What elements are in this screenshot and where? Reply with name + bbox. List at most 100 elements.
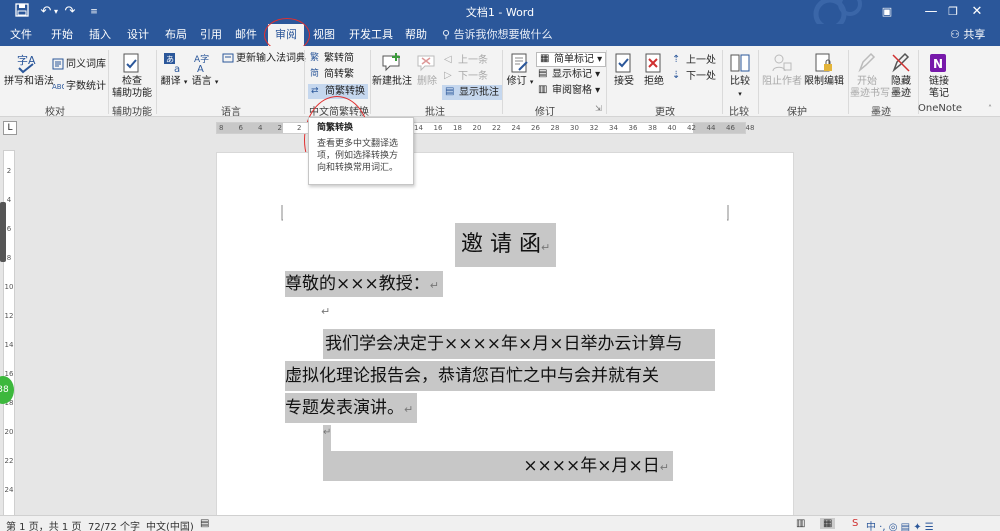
show-markup-button[interactable]: ▤ 显示标记 ▾ [538,68,600,81]
group-separator [370,50,371,114]
tab-layout[interactable]: 布局 [160,24,192,46]
check-line1: 检查 [122,76,142,87]
next-comment-button[interactable]: ▷ 下一条 [444,70,488,83]
group-separator [502,50,503,114]
tab-review[interactable]: 审阅 [268,24,304,46]
tab-file[interactable]: 文件 [6,24,36,46]
markup-dropdown[interactable]: ▦ 简单标记 ▾ [536,52,607,67]
linked-notes-button[interactable]: N 链接 笔记 [922,52,956,100]
show-comments-button[interactable]: ▤ 显示批注 [442,85,502,100]
tab-developer[interactable]: 开发工具 [346,24,396,46]
ime-s-icon[interactable]: S [852,518,858,529]
linked-notes-line1: 链接 [929,76,949,87]
close-button[interactable]: ✕ [954,0,1000,24]
ruler-number: 4 [258,124,263,132]
thesaurus-icon [52,58,64,70]
read-mode-icon[interactable]: ▥ [796,518,805,529]
next-change-button[interactable]: ⇣ 下一处 [672,70,716,83]
reject-button[interactable]: 拒绝 [640,52,668,88]
start-inking-button[interactable]: 开始 墨迹书写 [850,52,890,100]
blank-paragraph[interactable]: ↵ [323,425,331,451]
new-comment-icon [382,53,400,72]
new-comment-button[interactable]: 新建批注 [372,52,412,88]
person-icon: ⚇ [950,28,960,41]
letter-salutation[interactable]: 尊敬的×××教授：↵ [285,271,443,297]
ruler-number: 44 [706,124,716,132]
macro-record-icon[interactable]: ▤ [200,518,209,529]
ruler-number: 10 [4,283,14,291]
ruler-number: 2 [6,167,12,175]
to-traditional-button[interactable]: 简简转繁 [310,68,354,81]
language-label: 语言 [191,76,212,87]
prev-change-icon: ⇡ [672,54,681,65]
svg-text:あ: あ [166,55,174,64]
ruler-number: 32 [589,124,599,132]
wordcount-button[interactable]: ABC 字数统计 [52,80,106,93]
word-count[interactable]: 72/72 个字 [88,518,140,531]
letter-date[interactable]: ××××年×月×日↵ [323,451,673,481]
translate-button[interactable]: あa 翻译 ▾ [158,52,190,88]
language-button[interactable]: A字 A 语言 ▾ [190,52,220,88]
track-changes-button[interactable]: 修订 ▾ [506,52,534,88]
prev-comment-label: 上一条 [458,55,488,66]
convert-tooltip: 简繁转换 查看更多中文翻译选项，例如选择转换方向和转换常用词汇。 [308,117,414,185]
prev-comment-button[interactable]: ◁ 上一条 [444,54,488,67]
ruler-number: 42 [687,124,696,132]
delete-comment-button[interactable]: 删除 [412,52,442,88]
tab-home[interactable]: 开始 [46,24,78,46]
tab-references[interactable]: 引用 [195,24,227,46]
tab-help[interactable]: 帮助 [400,24,432,46]
letter-title[interactable]: 邀 请 函↵ [455,223,557,267]
compare-button[interactable]: 比较 ▾ [726,52,754,100]
ruler-number: 36 [628,124,638,132]
tab-selector[interactable]: L [3,121,17,135]
horizontal-ruler[interactable]: 8642246810121416182022242628303234363840… [216,122,754,134]
collapse-ribbon-icon[interactable]: ˄ [988,104,992,113]
ribbon-display-icon[interactable]: ▣ [864,0,910,24]
ime-toolbar-icon[interactable]: 中 ·, ◎ ▤ ✦ ☰ [866,518,934,531]
ruler-number: 18 [453,124,462,132]
body-line-3[interactable]: 专题发表演讲。↵ [285,393,418,423]
hide-ink-button[interactable]: 隐藏 墨迹 [886,52,916,100]
body-line-1[interactable]: 我们学会决定于××××年×月×日举办云计算与 [323,329,715,359]
side-handle[interactable] [0,202,6,262]
tell-me-text: 告诉我你想要做什么 [453,28,553,41]
prev-change-button[interactable]: ⇡ 上一处 [672,54,716,67]
print-layout-icon[interactable]: ▦ [820,518,836,529]
accept-icon [615,53,631,73]
start-inking-line2: 墨迹书写 [850,88,890,99]
prev-change-label: 上一处 [686,55,716,66]
convert-label: 简繁转换 [325,86,365,97]
spelling-button[interactable]: 字A 拼写和语法 [4,52,54,88]
update-ime-button[interactable]: 更新输入法词典 [222,52,306,65]
document-page[interactable]: 邀 请 函↵ 尊敬的×××教授：↵ ↵ 我们学会决定于××××年×月×日举办云计… [216,152,794,516]
group-label-compare: 比较 [729,107,749,118]
thesaurus-button[interactable]: 同义词库 [52,58,106,71]
language-indicator[interactable]: 中文(中国) [146,518,194,531]
block-authors-icon [772,54,792,72]
to-simplified-button[interactable]: 繁繁转简 [310,52,354,65]
restrict-editing-button[interactable]: 限制编辑 [804,52,844,88]
ruler-margin-right [693,123,745,133]
tab-insert[interactable]: 插入 [84,24,116,46]
body-line-2[interactable]: 虚拟化理论报告会，恭请您百忙之中与会并就有关 [285,361,715,391]
share-button[interactable]: ⚇ 共享 [950,24,985,46]
start-inking-line1: 开始 [857,76,877,87]
accept-button[interactable]: 接受 [610,52,638,88]
check-accessibility-button[interactable]: 检查 辅助功能 [112,52,152,100]
to-traditional-icon: 简 [310,69,320,79]
ruler-number: 48 [745,124,755,132]
tab-mailings[interactable]: 邮件 [230,24,262,46]
ruler-number: 38 [648,124,657,132]
review-pane-button[interactable]: ▥ 审阅窗格 ▾ [538,84,600,97]
page-count[interactable]: 第 1 页，共 1 页 [6,518,81,531]
tracking-dialog-launcher-icon[interactable]: ⇲ [595,104,602,113]
markup-label: 简单标记 [554,54,594,65]
svg-text:N: N [933,57,943,71]
tell-me-search[interactable]: ⚲ 告诉我你想要做什么 [442,24,553,46]
block-authors-button[interactable]: 阻止作者 ▾ [762,52,809,88]
tab-view[interactable]: 视图 [308,24,340,46]
tab-design[interactable]: 设计 [122,24,154,46]
convert-button[interactable]: ⇄ 简繁转换 [308,84,368,99]
delete-comment-icon [417,55,435,72]
